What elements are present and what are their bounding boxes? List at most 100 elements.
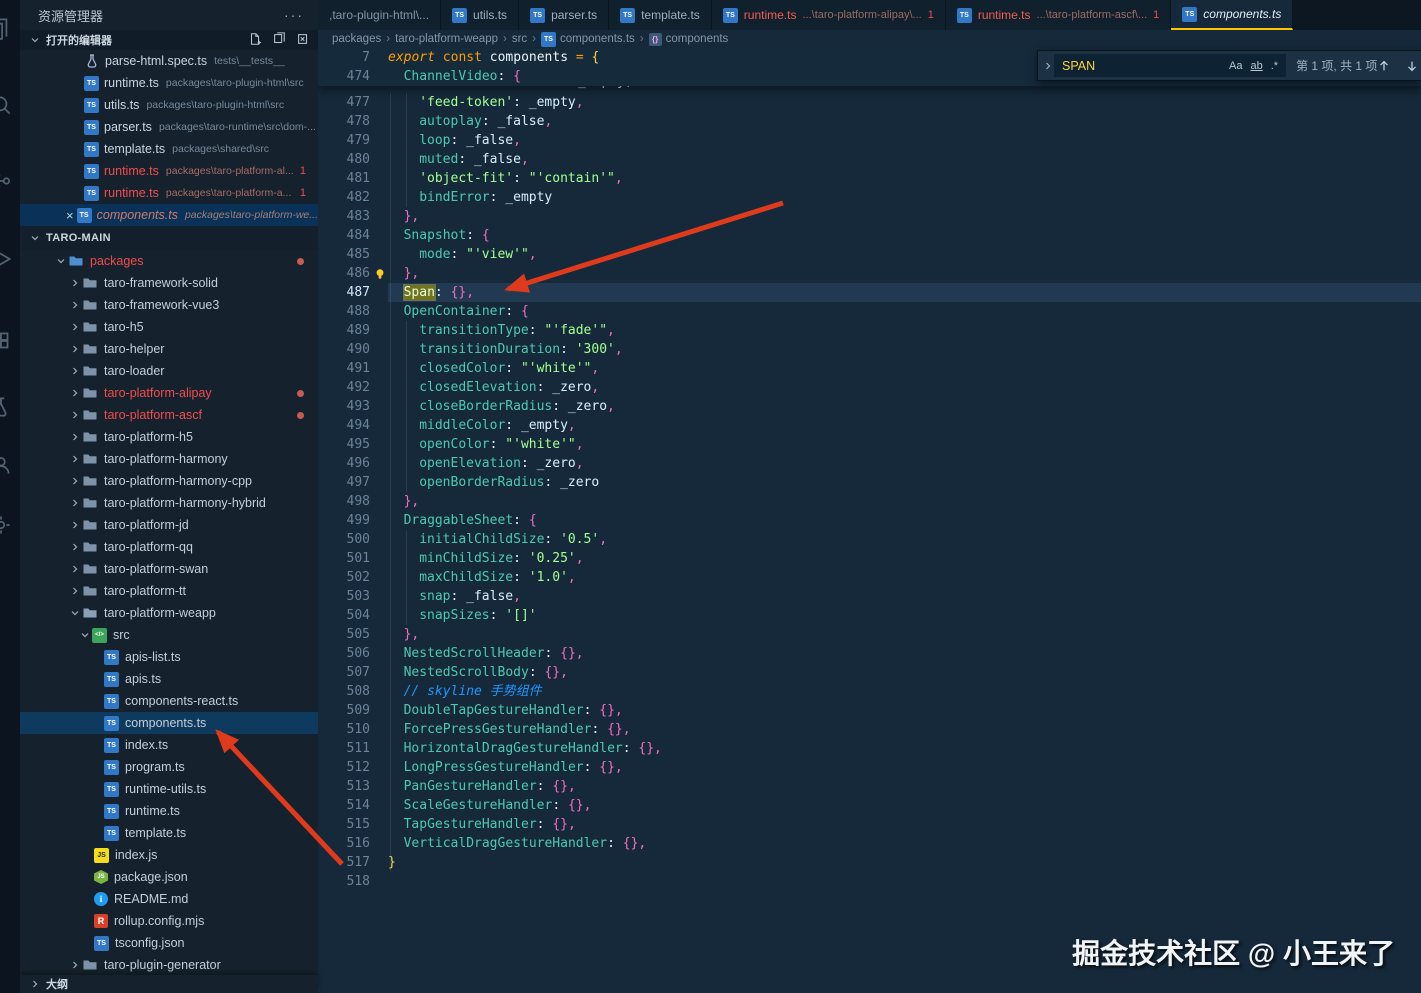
source-control-icon[interactable]	[0, 168, 14, 194]
chevron-down-icon[interactable]	[68, 607, 82, 619]
tree-item-taro-platform-h5[interactable]: taro-platform-h5	[20, 426, 318, 448]
tab-taro-plugin-html...[interactable]: ,taro-plugin-html\...	[318, 0, 441, 30]
find-input[interactable]	[1054, 54, 1227, 77]
chevron-right-icon[interactable]	[68, 563, 82, 575]
chevron-right-icon[interactable]	[68, 431, 82, 443]
open-editor-item[interactable]: TSruntime.tspackages\taro-platform-al...…	[20, 160, 318, 182]
chevron-right-icon[interactable]	[68, 453, 82, 465]
tree-item-taro-loader[interactable]: taro-loader	[20, 360, 318, 382]
tree-item-taro-platform-swan[interactable]: taro-platform-swan	[20, 558, 318, 580]
extensions-icon[interactable]	[0, 328, 14, 354]
code-line-514[interactable]: 514ScaleGestureHandler: {},	[318, 796, 1421, 815]
account-icon[interactable]	[0, 452, 14, 478]
code-line-491[interactable]: 491closedColor: "'white'",	[318, 359, 1421, 378]
tab-runtime.ts[interactable]: TSruntime.ts...\taro-platform-ascf\...1	[946, 0, 1171, 30]
chevron-right-icon[interactable]	[68, 497, 82, 509]
code-line-505[interactable]: 505},	[318, 625, 1421, 644]
code-editor[interactable]: 7export const components = {474ChannelVi…	[318, 48, 1421, 993]
settings-icon[interactable]	[0, 512, 14, 538]
breadcrumb-item-src[interactable]: src	[512, 33, 527, 45]
tree-item-rollup.config.mjs[interactable]: Rrollup.config.mjs	[20, 910, 318, 932]
code-line-509[interactable]: 509DoubleTapGestureHandler: {},	[318, 701, 1421, 720]
tree-item-template.ts[interactable]: TStemplate.ts	[20, 822, 318, 844]
chevron-right-icon[interactable]	[68, 277, 82, 289]
testing-icon[interactable]	[0, 394, 14, 420]
find-expand-icon[interactable]	[1042, 60, 1054, 72]
code-line-499[interactable]: 499DraggableSheet: {	[318, 511, 1421, 530]
tree-item-packages[interactable]: packages	[20, 250, 318, 272]
tree-item-taro-framework-solid[interactable]: taro-framework-solid	[20, 272, 318, 294]
code-line-513[interactable]: 513PanGestureHandler: {},	[318, 777, 1421, 796]
tree-item-runtime.ts[interactable]: TSruntime.ts	[20, 800, 318, 822]
open-editor-item[interactable]: ×TScomponents.tspackages\taro-platform-w…	[20, 204, 318, 226]
tree-item-taro-platform-ascf[interactable]: taro-platform-ascf	[20, 404, 318, 426]
open-editor-item[interactable]: TSutils.tspackages\taro-plugin-html\src	[20, 94, 318, 116]
code-line-495[interactable]: 495openColor: "'white'",	[318, 435, 1421, 454]
code-line-490[interactable]: 490transitionDuration: '300',	[318, 340, 1421, 359]
tree-item-taro-h5[interactable]: taro-h5	[20, 316, 318, 338]
match-case-icon[interactable]: Aa	[1229, 60, 1242, 72]
code-line-503[interactable]: 503snap: _false,	[318, 587, 1421, 606]
regex-icon[interactable]: .*	[1271, 60, 1278, 72]
code-line-497[interactable]: 497openBorderRadius: _zero	[318, 473, 1421, 492]
code-line-489[interactable]: 489transitionType: "'fade'",	[318, 321, 1421, 340]
code-line-508[interactable]: 508// skyline 手势组件	[318, 682, 1421, 701]
code-line-480[interactable]: 480muted: _false,	[318, 150, 1421, 169]
chevron-down-icon[interactable]	[54, 255, 68, 267]
find-previous-icon[interactable]	[1377, 59, 1391, 73]
code-line-482[interactable]: 482bindError: _empty	[318, 188, 1421, 207]
project-section-header[interactable]: TARO-MAIN	[20, 226, 318, 250]
code-line-486[interactable]: 486},	[318, 264, 1421, 283]
breadcrumb-item-components[interactable]: {}components	[649, 33, 729, 46]
code-line-510[interactable]: 510ForcePressGestureHandler: {},	[318, 720, 1421, 739]
find-next-icon[interactable]	[1405, 59, 1419, 73]
search-icon[interactable]	[0, 92, 14, 118]
open-editor-item[interactable]: TSruntime.tspackages\taro-plugin-html\sr…	[20, 72, 318, 94]
tree-item-components-react.ts[interactable]: TScomponents-react.ts	[20, 690, 318, 712]
tree-item-taro-plugin-generator[interactable]: taro-plugin-generator	[20, 954, 318, 976]
tree-item-taro-platform-tt[interactable]: taro-platform-tt	[20, 580, 318, 602]
chevron-right-icon[interactable]	[68, 365, 82, 377]
code-line-484[interactable]: 484Snapshot: {	[318, 226, 1421, 245]
chevron-right-icon[interactable]	[68, 475, 82, 487]
open-editor-item[interactable]: parse-html.spec.tstests\__tests__	[20, 50, 318, 72]
chevron-right-icon[interactable]	[68, 585, 82, 597]
chevron-down-icon[interactable]	[78, 629, 92, 641]
new-file-icon[interactable]	[248, 32, 262, 49]
close-icon[interactable]: ×	[66, 208, 77, 223]
chevron-right-icon[interactable]	[68, 299, 82, 311]
tree-item-README.md[interactable]: iREADME.md	[20, 888, 318, 910]
code-line-477[interactable]: 477'feed-token': _empty,	[318, 93, 1421, 112]
run-debug-icon[interactable]	[0, 246, 14, 272]
breadcrumb-item-taro-platform-weapp[interactable]: taro-platform-weapp	[395, 33, 498, 45]
open-editor-item[interactable]: TSparser.tspackages\taro-runtime\src\dom…	[20, 116, 318, 138]
chevron-right-icon[interactable]	[68, 343, 82, 355]
tab-runtime.ts[interactable]: TSruntime.ts...\taro-platform-alipay\...…	[712, 0, 946, 30]
tab-parser.ts[interactable]: TSparser.ts	[519, 0, 609, 30]
code-line-494[interactable]: 494middleColor: _empty,	[318, 416, 1421, 435]
close-all-icon[interactable]	[296, 32, 310, 49]
code-line-500[interactable]: 500initialChildSize: '0.5',	[318, 530, 1421, 549]
code-line-496[interactable]: 496openElevation: _zero,	[318, 454, 1421, 473]
tree-item-apis-list.ts[interactable]: TSapis-list.ts	[20, 646, 318, 668]
code-line-515[interactable]: 515TapGestureHandler: {},	[318, 815, 1421, 834]
code-line-481[interactable]: 481'object-fit': "'contain'",	[318, 169, 1421, 188]
code-line-501[interactable]: 501minChildSize: '0.25',	[318, 549, 1421, 568]
code-line-487[interactable]: 487Span: {},	[318, 283, 1421, 302]
code-line-507[interactable]: 507NestedScrollBody: {},	[318, 663, 1421, 682]
code-line-504[interactable]: 504snapSizes: '[]'	[318, 606, 1421, 625]
tree-item-index.js[interactable]: JSindex.js	[20, 844, 318, 866]
tree-item-src[interactable]: </>src	[20, 624, 318, 646]
tree-item-taro-platform-qq[interactable]: taro-platform-qq	[20, 536, 318, 558]
files-icon[interactable]	[0, 15, 14, 41]
chevron-right-icon[interactable]	[68, 519, 82, 531]
code-line-518[interactable]: 518	[318, 872, 1421, 891]
tree-item-taro-platform-harmony-cpp[interactable]: taro-platform-harmony-cpp	[20, 470, 318, 492]
chevron-right-icon[interactable]	[68, 959, 82, 971]
code-line-516[interactable]: 516VerticalDragGestureHandler: {},	[318, 834, 1421, 853]
tree-item-apis.ts[interactable]: TSapis.ts	[20, 668, 318, 690]
tree-item-taro-platform-harmony[interactable]: taro-platform-harmony	[20, 448, 318, 470]
code-line-492[interactable]: 492closedElevation: _zero,	[318, 378, 1421, 397]
chevron-right-icon[interactable]	[68, 321, 82, 333]
code-line-485[interactable]: 485mode: "'view'",	[318, 245, 1421, 264]
